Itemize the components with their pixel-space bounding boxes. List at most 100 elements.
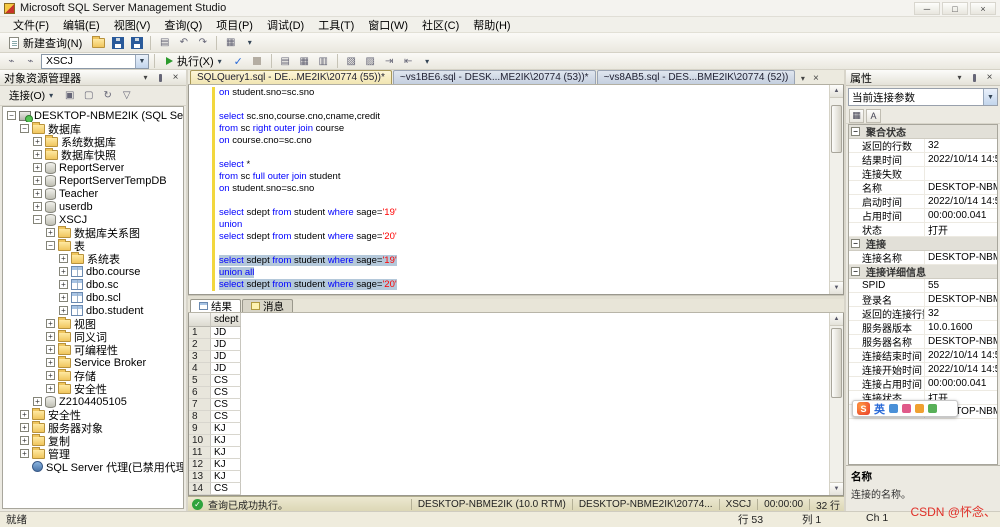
- property-row[interactable]: 状态打开: [849, 223, 997, 237]
- code-line[interactable]: on course.cno=sc.cno: [189, 135, 829, 147]
- ime-language-icon[interactable]: 英: [874, 401, 885, 417]
- property-category[interactable]: −连接详细信息: [849, 265, 997, 279]
- value-cell[interactable]: CS: [211, 399, 241, 411]
- code-line[interactable]: select sdept from student where sage='19…: [189, 255, 829, 267]
- scroll-up-icon[interactable]: [830, 313, 843, 326]
- expand-icon[interactable]: +: [59, 306, 68, 315]
- pin-icon[interactable]: [154, 72, 167, 84]
- database-combo[interactable]: XSCJ ▼: [41, 54, 149, 69]
- change-connection-icon[interactable]: ⌁: [22, 53, 39, 69]
- results-row[interactable]: 11KJ: [189, 447, 829, 459]
- document-tab[interactable]: ~vs8AB5.sql - DES...BME2IK\20774 (52)): [597, 70, 796, 84]
- tree-item[interactable]: +数据库关系图: [3, 226, 183, 239]
- tree-item[interactable]: +dbo.sc: [3, 278, 183, 291]
- print-icon[interactable]: ▤: [156, 35, 173, 51]
- expand-icon[interactable]: +: [33, 189, 42, 198]
- expand-icon[interactable]: +: [46, 371, 55, 380]
- results-row[interactable]: 6CS: [189, 387, 829, 399]
- expand-icon[interactable]: +: [33, 150, 42, 159]
- tree-item[interactable]: +dbo.course: [3, 265, 183, 278]
- property-row[interactable]: 连接失败: [849, 167, 997, 181]
- results-to-file-icon[interactable]: ▥: [315, 53, 332, 69]
- expand-icon[interactable]: +: [59, 254, 68, 263]
- expand-icon[interactable]: +: [33, 202, 42, 211]
- document-tab[interactable]: SQLQuery1.sql - DE...ME2IK\20774 (55))*: [190, 70, 392, 84]
- menu-item[interactable]: 编辑(E): [56, 17, 107, 33]
- property-category[interactable]: −聚合状态: [849, 125, 997, 139]
- tree-item[interactable]: +同义词: [3, 330, 183, 343]
- value-cell[interactable]: CS: [211, 375, 241, 387]
- parse-query-icon[interactable]: [230, 53, 247, 69]
- disconnect-icon[interactable]: ▣: [61, 88, 78, 104]
- property-row[interactable]: 服务器名称DESKTOP-NBME2I: [849, 335, 997, 349]
- close-document-icon[interactable]: [809, 72, 822, 84]
- activity-monitor-icon[interactable]: ▦: [222, 35, 239, 51]
- expand-icon[interactable]: +: [20, 449, 29, 458]
- tree-item[interactable]: −表: [3, 239, 183, 252]
- stop-icon[interactable]: ▢: [80, 88, 97, 104]
- ime-logo-icon[interactable]: S: [857, 402, 870, 415]
- ime-punctuation-icon[interactable]: [889, 404, 898, 413]
- value-cell[interactable]: KJ: [211, 423, 241, 435]
- collapse-icon[interactable]: −: [46, 241, 55, 250]
- column-header[interactable]: sdept: [211, 313, 241, 327]
- code-line[interactable]: select sc.sno,course.cno,cname,credit: [189, 111, 829, 123]
- maximize-icon[interactable]: [942, 2, 968, 15]
- expand-icon[interactable]: +: [20, 410, 29, 419]
- editor-scrollbar[interactable]: [829, 85, 843, 294]
- property-row[interactable]: 返回的行数32: [849, 139, 997, 153]
- ime-toolbar[interactable]: S 英: [852, 400, 958, 417]
- code-line[interactable]: select sdept from student where sage='19…: [189, 207, 829, 219]
- tree-item[interactable]: +userdb: [3, 200, 183, 213]
- scroll-up-icon[interactable]: [830, 85, 843, 98]
- tree-item[interactable]: −DESKTOP-NBME2IK (SQL Server 10.0.160: [3, 109, 183, 122]
- close-icon[interactable]: [970, 2, 996, 15]
- tab-results[interactable]: 结果: [190, 299, 241, 312]
- save-icon[interactable]: [109, 35, 126, 51]
- menu-item[interactable]: 项目(P): [209, 17, 260, 33]
- property-row[interactable]: 连接结束时间2022/10/14 14:57:3: [849, 349, 997, 363]
- close-icon[interactable]: [169, 72, 182, 84]
- scrollbar-thumb[interactable]: [831, 328, 842, 398]
- tree-item[interactable]: +系统数据库: [3, 135, 183, 148]
- results-row[interactable]: 2JD: [189, 339, 829, 351]
- results-to-text-icon[interactable]: ▤: [277, 53, 294, 69]
- scrollbar-thumb[interactable]: [831, 105, 842, 153]
- results-row[interactable]: 1JD: [189, 327, 829, 339]
- expand-icon[interactable]: +: [59, 293, 68, 302]
- scroll-down-icon[interactable]: [830, 482, 843, 495]
- results-row[interactable]: 14CS: [189, 483, 829, 495]
- properties-object-selector[interactable]: 当前连接参数 ▼: [848, 88, 998, 106]
- tree-item[interactable]: +Z2104405105: [3, 395, 183, 408]
- open-file-icon[interactable]: [90, 35, 107, 51]
- value-cell[interactable]: CS: [211, 387, 241, 399]
- expand-icon[interactable]: +: [33, 397, 42, 406]
- code-line[interactable]: [189, 243, 829, 255]
- value-cell[interactable]: CS: [211, 483, 241, 495]
- tree-item[interactable]: +可编程性: [3, 343, 183, 356]
- results-row[interactable]: 13KJ: [189, 471, 829, 483]
- results-row[interactable]: 9KJ: [189, 423, 829, 435]
- expand-icon[interactable]: +: [20, 423, 29, 432]
- results-row[interactable]: 5CS: [189, 375, 829, 387]
- panel-menu-icon[interactable]: [953, 72, 966, 84]
- cancel-query-icon[interactable]: [249, 53, 266, 69]
- expand-icon[interactable]: +: [46, 228, 55, 237]
- collapse-icon[interactable]: −: [851, 239, 860, 248]
- property-row[interactable]: SPID55: [849, 279, 997, 293]
- property-row[interactable]: 登录名DESKTOP-NBME2I: [849, 293, 997, 307]
- pin-icon[interactable]: [968, 72, 981, 84]
- value-cell[interactable]: KJ: [211, 447, 241, 459]
- code-line[interactable]: on student.sno=sc.sno: [189, 183, 829, 195]
- value-cell[interactable]: JD: [211, 351, 241, 363]
- code-line[interactable]: [189, 147, 829, 159]
- tree-item[interactable]: +存储: [3, 369, 183, 382]
- tree-item[interactable]: +安全性: [3, 408, 183, 421]
- minimize-icon[interactable]: [914, 2, 940, 15]
- collapse-icon[interactable]: −: [851, 267, 860, 276]
- ime-toolbox-icon[interactable]: [928, 404, 937, 413]
- menu-item[interactable]: 帮助(H): [466, 17, 517, 33]
- value-cell[interactable]: KJ: [211, 435, 241, 447]
- collapse-icon[interactable]: −: [33, 215, 42, 224]
- expand-icon[interactable]: +: [59, 280, 68, 289]
